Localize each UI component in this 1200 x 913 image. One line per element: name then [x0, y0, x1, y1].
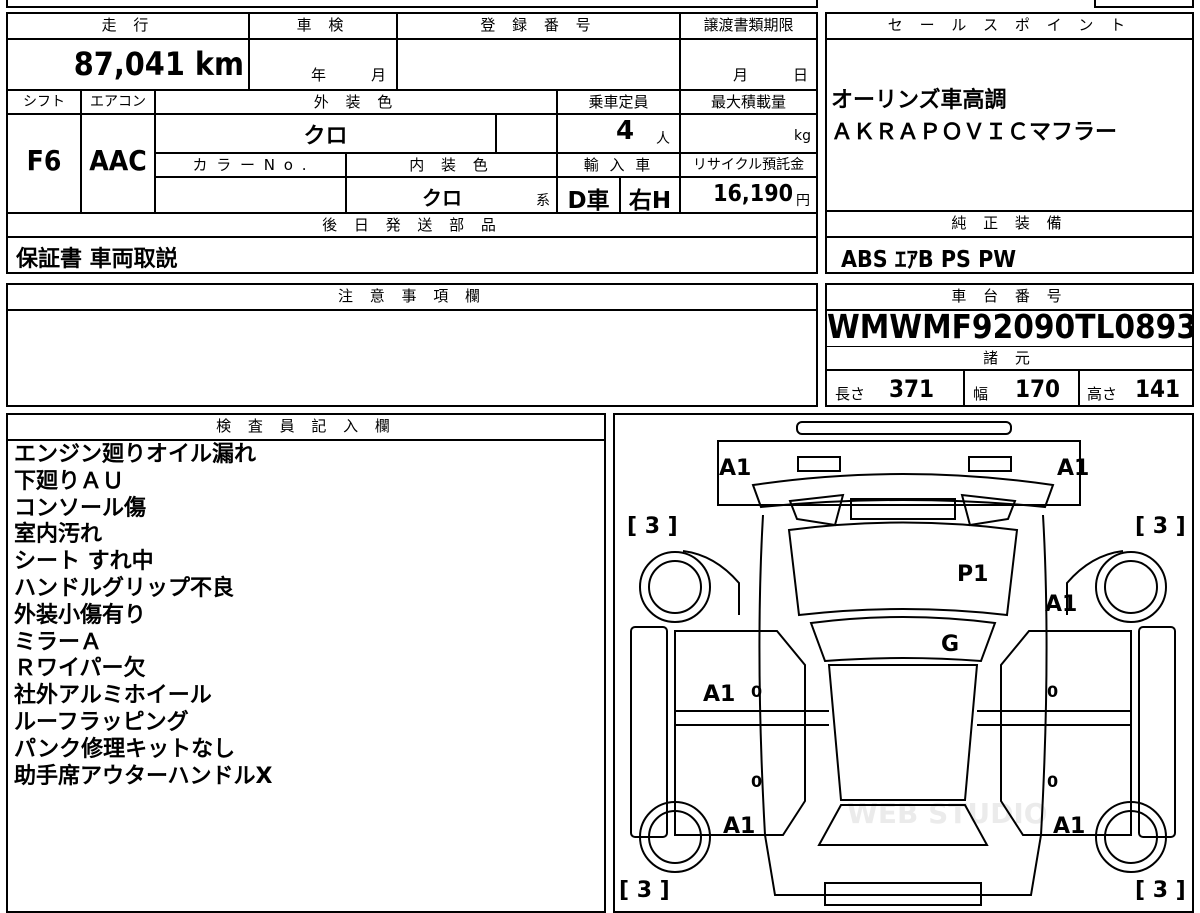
mark-front-left-corner: A1: [719, 456, 751, 481]
later-parts-value: 保証書 車両取説: [16, 247, 178, 272]
note-item: 社外アルミホイール: [14, 683, 212, 709]
mark-rear-right: A1: [1053, 814, 1085, 839]
recycle-fee-unit: 円: [796, 193, 810, 209]
inspection-month-unit: 月: [371, 66, 387, 84]
chassis-header: 車 台 番 号: [827, 285, 1192, 309]
note-item: Ｒワイパー欠: [14, 656, 146, 682]
door-zero-right-rear: 0: [1047, 772, 1058, 791]
recycle-fee-header: リサイクル預託金: [681, 154, 816, 176]
aircon-value: AAC: [89, 144, 147, 177]
import-header: 輸 入 車: [558, 154, 679, 176]
top-strip-right: [1094, 0, 1194, 8]
specs-header: 諸 元: [827, 347, 1192, 369]
caution-box: 注 意 事 項 欄: [6, 283, 818, 407]
height-label: 高さ: [1087, 385, 1118, 403]
vehicle-info-table: 走 行 車 検 登 録 番 号 譲渡書類期限 87,041 km 年 月 月 日…: [6, 12, 818, 274]
transfer-month-unit: 月: [733, 66, 749, 84]
note-item: コンソール傷: [14, 495, 147, 521]
mark-front-right-corner: A1: [1057, 456, 1089, 481]
inspection-header: 車 検: [250, 14, 396, 38]
color-no-header: カ ラ ー N o .: [156, 154, 345, 176]
import-type-value: D車: [567, 188, 610, 214]
height-value: 141: [1135, 375, 1181, 403]
door-zero-right-front: 0: [1047, 682, 1058, 701]
note-item: ミラーＡ: [14, 629, 103, 655]
mileage-header: 走 行: [8, 14, 248, 38]
inspector-notes-box: 検 査 員 記 入 欄 エンジン廻りオイル漏れ 下廻りＡＵ コンソール傷 室内汚…: [6, 413, 606, 913]
mileage-value: 87,041 km: [73, 45, 244, 83]
max-load-unit: kg: [794, 128, 811, 144]
tire-mark-rear-right: [ 3 ]: [1135, 878, 1186, 903]
later-parts-header: 後 日 発 送 部 品: [8, 214, 816, 236]
shift-value: F6: [26, 144, 62, 177]
sales-point-line-2: ＡＫＲＡＰＯＶＩＣマフラー: [831, 120, 1118, 145]
inspector-notes-list: エンジン廻りオイル漏れ 下廻りＡＵ コンソール傷 室内汚れ シート すれ中 ハン…: [14, 442, 273, 790]
inspector-header: 検 査 員 記 入 欄: [8, 415, 604, 439]
transfer-day-unit: 日: [793, 66, 809, 84]
sales-points-header: セ ー ル ス ポ イ ン ト: [827, 14, 1192, 38]
length-label: 長さ: [835, 385, 866, 403]
watermark: WEB STUDIO: [847, 797, 1048, 830]
note-item: エンジン廻りオイル漏れ: [14, 442, 257, 467]
max-load-header: 最大積載量: [681, 91, 816, 113]
exterior-color-value: クロ: [303, 124, 348, 149]
inspection-year-unit: 年: [311, 66, 327, 84]
chassis-specs-box: 車 台 番 号 WMWMF92090TL08930 諸 元 長さ 371 幅 1…: [825, 283, 1194, 407]
note-item: 下廻りＡＵ: [14, 468, 125, 494]
transfer-deadline-header: 譲渡書類期限: [681, 14, 816, 38]
note-item: ハンドルグリップ不良: [14, 575, 235, 601]
chassis-number: WMWMF92090TL08930: [827, 308, 1192, 346]
sales-points-box: セ ー ル ス ポ イ ン ト オーリンズ車高調 ＡＫＲＡＰＯＶＩＣマフラー: [825, 12, 1194, 212]
standard-equipment-value: ABS ｴｱB PS PW: [841, 247, 1017, 273]
width-label: 幅: [973, 385, 989, 403]
note-item: 室内汚れ: [14, 522, 103, 548]
standard-equipment-box: 純 正 装 備 ABS ｴｱB PS PW: [825, 210, 1194, 274]
mark-hood: P1: [957, 562, 988, 587]
registration-header: 登 録 番 号: [398, 14, 679, 38]
tire-mark-rear-left: [ 3 ]: [619, 878, 670, 903]
door-zero-left-rear: 0: [751, 772, 762, 791]
width-value: 170: [1015, 375, 1061, 403]
top-strip: [6, 0, 818, 8]
note-item: ルーフラッピング: [14, 709, 189, 735]
capacity-unit: 人: [656, 131, 670, 147]
note-item: 外装小傷有り: [14, 602, 147, 628]
interior-color-suffix: 系: [536, 193, 550, 209]
tire-mark-front-left: [ 3 ]: [627, 514, 678, 539]
door-zero-left-front: 0: [751, 682, 762, 701]
tire-mark-front-right: [ 3 ]: [1135, 514, 1186, 539]
note-item: 助手席アウターハンドルX: [14, 763, 273, 789]
capacity-value: 4: [616, 116, 635, 146]
mark-right-front-fender: A1: [1045, 592, 1077, 617]
mark-left-front-door: A1: [703, 682, 735, 707]
interior-color-value: クロ: [422, 186, 462, 210]
mark-rear-left: A1: [723, 814, 755, 839]
exterior-color-header: 外 装 色: [156, 91, 556, 113]
length-value: 371: [889, 375, 935, 403]
caution-header: 注 意 事 項 欄: [8, 285, 816, 309]
steering-value: 右H: [628, 188, 672, 214]
capacity-header: 乗車定員: [558, 91, 679, 113]
aircon-header: エアコン: [82, 91, 154, 113]
note-item: シート すれ中: [14, 549, 154, 575]
mark-windshield: G: [941, 632, 959, 657]
standard-equipment-header: 純 正 装 備: [827, 212, 1192, 236]
interior-color-header: 内 装 色: [347, 154, 556, 176]
car-diagram-box: [ 3 ] [ 3 ] [ 3 ] [ 3 ] A1 A1 P1 A1 G A1…: [613, 413, 1194, 913]
note-item: パンク修理キットなし: [14, 736, 236, 762]
car-diagram: [ 3 ] [ 3 ] [ 3 ] [ 3 ] A1 A1 P1 A1 G A1…: [619, 421, 1186, 906]
shift-header: シフト: [8, 91, 80, 113]
sales-point-line-1: オーリンズ車高調: [831, 88, 1007, 113]
recycle-fee-value: 16,190: [713, 181, 793, 207]
